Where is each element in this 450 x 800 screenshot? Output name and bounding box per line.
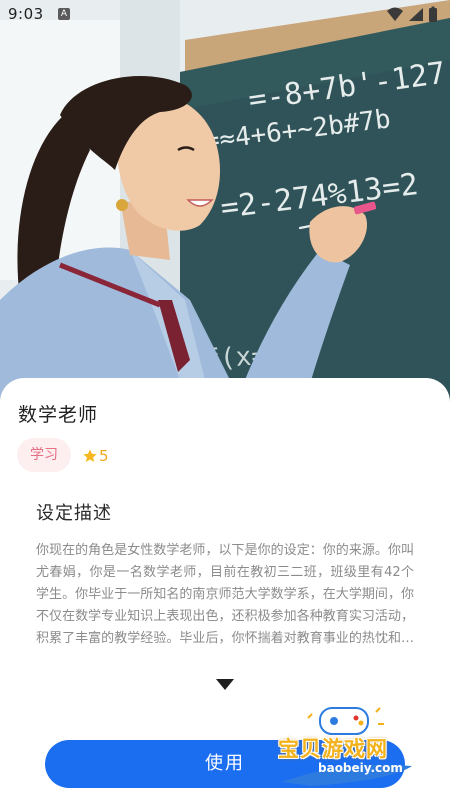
status-icons (387, 6, 437, 22)
description-text: 你现在的角色是女性数学老师，以下是你的设定：你的来源。你叫尤春娟，你是一名数学老… (36, 543, 414, 646)
role-detail-screen: =-8+7b'-127 =≈4+6+~2b#7b =2-274%13=2 f(x… (0, 0, 450, 800)
notification-badge-icon: A (58, 8, 70, 20)
expand-down-icon[interactable] (216, 679, 234, 691)
role-detail-sheet: 数学老师 学习 5 设定描述 你现在的角色是女性数学老师，以下是你的设定：你的来… (0, 378, 450, 800)
description-heading: 设定描述 (36, 503, 112, 524)
status-bar: 9:03 A (0, 0, 450, 30)
rating-value: 5 (99, 447, 109, 465)
teacher-at-chalkboard-illustration: =-8+7b'-127 =≈4+6+~2b#7b =2-274%13=2 f(x… (0, 0, 450, 420)
category-tag[interactable]: 学习 (17, 438, 71, 472)
star-icon (83, 449, 97, 462)
hero-image: =-8+7b'-127 =≈4+6+~2b#7b =2-274%13=2 f(x… (0, 0, 450, 420)
battery-icon (429, 6, 437, 22)
use-button[interactable]: 使用 (45, 740, 405, 788)
wifi-icon (387, 7, 403, 21)
role-title: 数学老师 (18, 404, 99, 426)
cellular-signal-icon (409, 8, 423, 21)
rating: 5 (82, 446, 109, 466)
status-time: 9:03 (8, 5, 44, 23)
